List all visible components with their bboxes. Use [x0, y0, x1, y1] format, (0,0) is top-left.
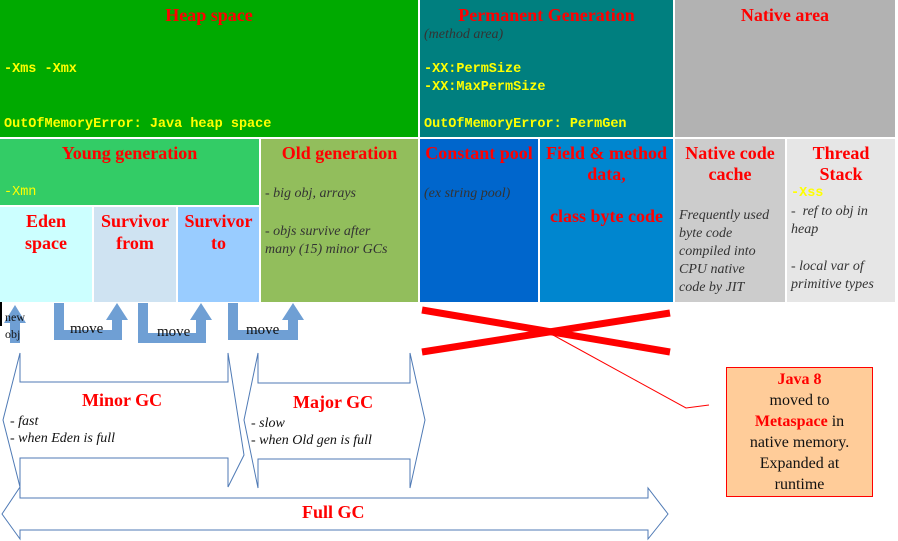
callout-moved-to: moved to	[769, 392, 830, 409]
move-label-3: move	[246, 322, 280, 338]
full-gc-title: Full GC	[302, 502, 365, 522]
callout-in: in	[827, 413, 845, 430]
major-gc-note-2: - when Old gen is full	[251, 433, 372, 448]
callout-native-memory: native memory.	[749, 434, 850, 451]
move-label-2: move	[157, 324, 191, 340]
callout-expanded-at: Expanded at	[759, 455, 840, 472]
new-obj-label-1: new	[5, 310, 25, 324]
minor-gc-title: Minor GC	[82, 390, 163, 410]
java8-callout: Java 8 moved to Metaspace in native memo…	[726, 367, 873, 497]
minor-gc-note-1: - fast	[10, 414, 39, 429]
minor-gc-note-2: - when Eden is full	[10, 431, 115, 446]
callout-java8: Java 8	[777, 371, 822, 388]
major-gc-title: Major GC	[293, 392, 374, 412]
major-gc-note-1: - slow	[251, 416, 285, 431]
callout-metaspace-line: Metaspace in	[727, 411, 872, 432]
move-label-1: move	[70, 321, 104, 337]
new-obj-label-2: obj	[5, 327, 21, 341]
new-obj-marker	[0, 302, 2, 326]
callout-metaspace: Metaspace	[754, 413, 828, 430]
minor-gc-shape	[2, 352, 245, 488]
callout-runtime: runtime	[774, 476, 825, 493]
